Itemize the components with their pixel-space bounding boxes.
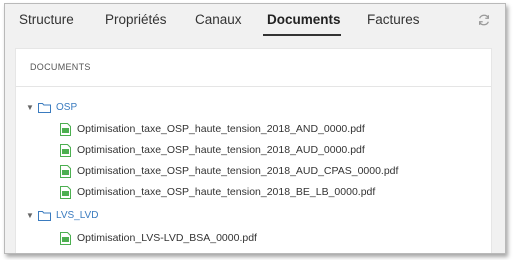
tab-factures[interactable]: Factures <box>367 12 420 27</box>
file-name[interactable]: Optimisation_taxe_OSP_haute_tension_2018… <box>77 186 375 198</box>
pdf-file-icon <box>60 231 71 245</box>
tab-canaux[interactable]: Canaux <box>195 12 242 27</box>
pdf-file-icon <box>60 143 71 157</box>
file-name[interactable]: Optimisation_taxe_OSP_haute_tension_2018… <box>77 123 365 135</box>
tab-documents[interactable]: Documents <box>267 12 341 27</box>
active-tab-indicator <box>263 34 341 36</box>
refresh-icon[interactable] <box>477 13 491 27</box>
pdf-file-icon <box>60 122 71 136</box>
file-row[interactable]: Optimisation_taxe_OSP_haute_tension_2018… <box>60 141 365 159</box>
folder-label[interactable]: LVS_LVD <box>56 210 98 221</box>
folder-icon <box>38 210 51 221</box>
file-row[interactable]: Optimisation_taxe_OSP_haute_tension_2018… <box>60 183 375 201</box>
documents-window: Structure Propriétés Canaux Documents Fa… <box>4 3 506 254</box>
folder-label[interactable]: OSP <box>56 102 77 113</box>
pdf-file-icon <box>60 164 71 178</box>
tab-structure[interactable]: Structure <box>19 12 74 27</box>
tab-bar: Structure Propriétés Canaux Documents Fa… <box>5 4 505 38</box>
file-row[interactable]: Optimisation_taxe_OSP_haute_tension_2018… <box>60 162 398 180</box>
file-name[interactable]: Optimisation_LVS-LVD_BSA_0000.pdf <box>77 232 257 244</box>
folder-icon <box>38 102 51 113</box>
folder-row-osp[interactable]: ▼ OSP <box>26 98 77 116</box>
file-row[interactable]: Optimisation_taxe_OSP_haute_tension_2018… <box>60 120 365 138</box>
tab-proprietes[interactable]: Propriétés <box>105 12 167 27</box>
file-name[interactable]: Optimisation_taxe_OSP_haute_tension_2018… <box>77 144 365 156</box>
caret-down-icon[interactable]: ▼ <box>26 211 36 220</box>
panel-title: DOCUMENTS <box>30 62 91 72</box>
caret-down-icon[interactable]: ▼ <box>26 103 36 112</box>
file-row[interactable]: Optimisation_LVS-LVD_BSA_0000.pdf <box>60 229 257 247</box>
panel-divider <box>16 86 491 87</box>
documents-panel: DOCUMENTS ▼ OSP Optimisation_taxe_OSP_ha… <box>15 48 492 253</box>
pdf-file-icon <box>60 185 71 199</box>
file-name[interactable]: Optimisation_taxe_OSP_haute_tension_2018… <box>77 165 398 177</box>
folder-row-lvs-lvd[interactable]: ▼ LVS_LVD <box>26 206 98 224</box>
